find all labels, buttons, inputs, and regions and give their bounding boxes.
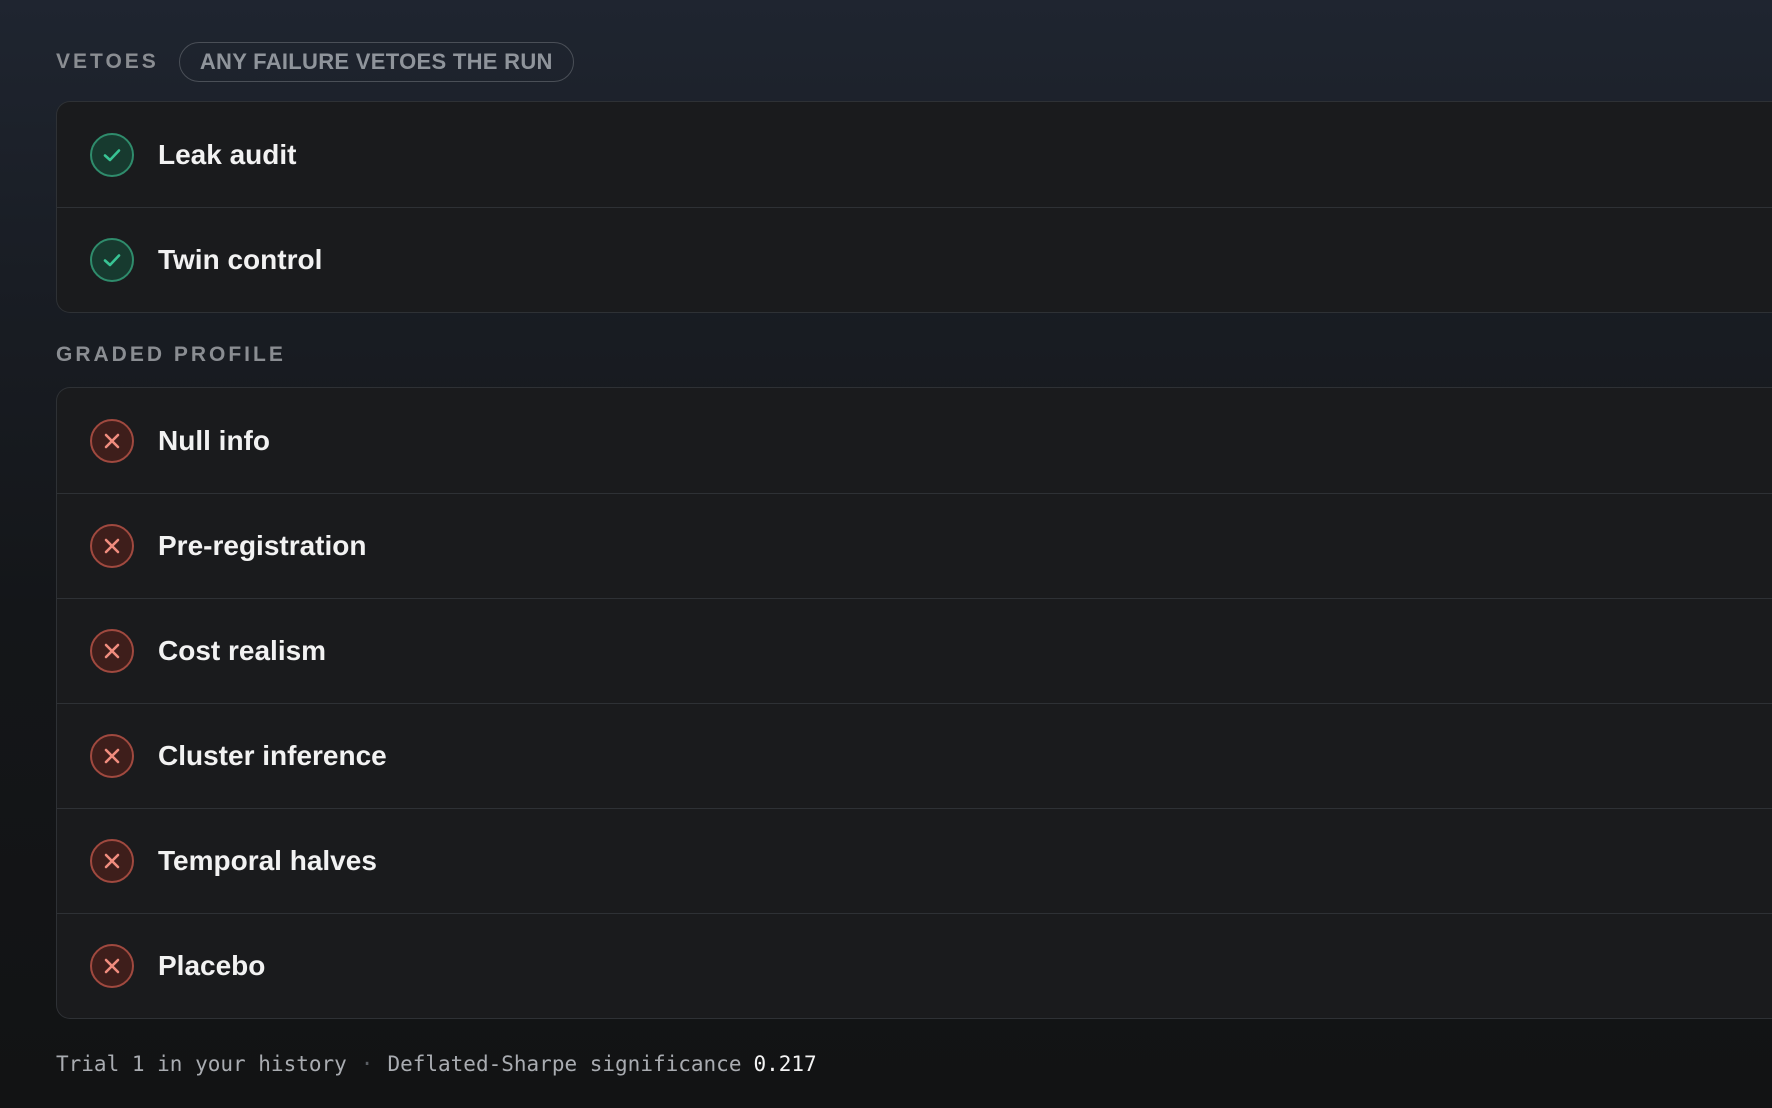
vetoes-section-label: VETOES — [56, 50, 159, 73]
separator-dot: · — [360, 1052, 374, 1076]
significance-label: Deflated-Sharpe significance — [387, 1052, 742, 1076]
check-row-leak-audit[interactable]: Leak audit — [57, 102, 1772, 207]
check-row-placebo[interactable]: Placebo — [57, 913, 1772, 1018]
vetoes-card: Leak audit Twin control — [56, 101, 1772, 313]
x-icon — [90, 418, 134, 463]
graded-profile-section-label: GRADED PROFILE — [56, 343, 286, 366]
x-icon — [90, 734, 134, 778]
check-pass-icon — [90, 238, 134, 282]
check-label: Temporal halves — [158, 845, 377, 876]
check-row-null-info[interactable]: Null info — [57, 388, 1772, 493]
check-label: Leak audit — [158, 138, 297, 170]
veto-rule-badge: ANY FAILURE VETOES THE RUN — [178, 42, 574, 82]
check-label: Pre-registration — [158, 530, 367, 561]
check-label: Placebo — [158, 950, 266, 981]
check-label: Null info — [158, 424, 270, 456]
trial-summary: Trial 1 in your history · Deflated-Sharp… — [56, 1052, 817, 1076]
trial-count-text: Trial 1 in your history — [56, 1052, 347, 1076]
significance-value: 0.217 — [753, 1052, 817, 1076]
check-label: Cost realism — [158, 635, 327, 666]
check-label: Cluster inference — [158, 740, 387, 771]
check-row-cost-realism[interactable]: Cost realism — [57, 598, 1772, 703]
vetoes-header: VETOES ANY FAILURE VETOES THE RUN — [56, 42, 574, 82]
graded-profile-header: GRADED PROFILE — [56, 343, 286, 367]
x-icon — [90, 629, 134, 673]
check-row-twin-control[interactable]: Twin control — [57, 207, 1772, 312]
check-label: Twin control — [158, 244, 323, 275]
check-row-cluster-inference[interactable]: Cluster inference — [57, 703, 1772, 808]
x-icon — [90, 524, 134, 568]
check-row-pre-registration[interactable]: Pre-registration — [57, 493, 1772, 598]
x-icon — [90, 839, 134, 883]
x-icon — [90, 944, 134, 988]
check-row-temporal-halves[interactable]: Temporal halves — [57, 808, 1772, 913]
check-pass-icon — [90, 132, 134, 177]
graded-profile-card: Null info Pre-registration Cost realism … — [56, 387, 1772, 1019]
